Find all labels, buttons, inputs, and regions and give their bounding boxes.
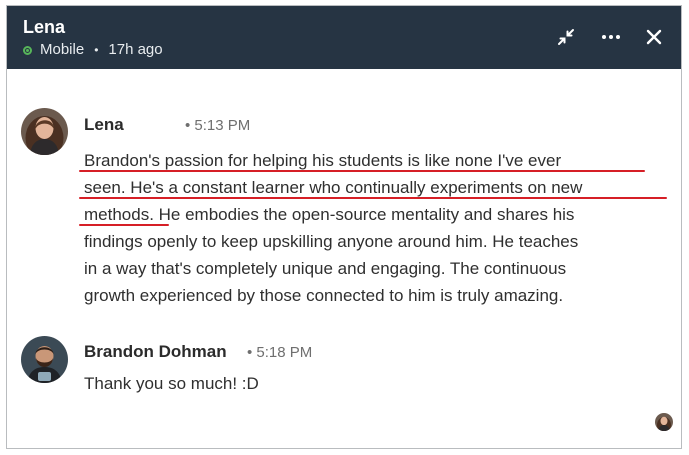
separator-dot: • bbox=[94, 43, 99, 57]
avatar-image bbox=[21, 336, 68, 383]
seen-receipt-avatar bbox=[655, 413, 673, 431]
chat-window: Lena Mobile • 17h ago Lena • 5:13 PM Bra… bbox=[6, 5, 682, 449]
device-label: Mobile bbox=[40, 41, 85, 58]
avatar-image bbox=[21, 108, 68, 155]
more-options-button[interactable] bbox=[598, 24, 624, 50]
message-line: methods. He embodies the open-source men… bbox=[84, 205, 575, 224]
more-icon bbox=[602, 35, 620, 39]
message-line: in a way that's completely unique and en… bbox=[84, 259, 567, 278]
sender-name[interactable]: Brandon Dohman bbox=[84, 342, 227, 362]
message-body: Thank you so much! :D bbox=[84, 370, 669, 397]
message-line: Thank you so much! :D bbox=[84, 374, 259, 393]
presence-status: Mobile • 17h ago bbox=[23, 41, 163, 59]
message-line: growth experienced by those connected to… bbox=[84, 286, 564, 305]
avatar-lena[interactable] bbox=[21, 108, 68, 155]
highlight-underline bbox=[79, 170, 645, 172]
highlight-underline bbox=[79, 197, 667, 199]
last-active-label: 17h ago bbox=[108, 41, 163, 58]
message-timestamp: • 5:13 PM bbox=[185, 117, 251, 134]
contact-name[interactable]: Lena bbox=[23, 17, 65, 37]
chat-header[interactable]: Lena Mobile • 17h ago bbox=[7, 6, 681, 69]
message-line: findings openly to keep upskilling anyon… bbox=[84, 232, 579, 251]
online-indicator-icon bbox=[23, 45, 32, 55]
message-timestamp: • 5:18 PM bbox=[247, 344, 313, 361]
minimize-button[interactable] bbox=[553, 24, 579, 50]
minimize-icon bbox=[558, 29, 574, 45]
close-icon bbox=[646, 29, 662, 45]
highlight-underline bbox=[79, 224, 169, 226]
seen-avatar-image bbox=[655, 413, 673, 431]
close-button[interactable] bbox=[641, 24, 667, 50]
avatar-brandon[interactable] bbox=[21, 336, 68, 383]
sender-name[interactable]: Lena bbox=[84, 115, 124, 135]
